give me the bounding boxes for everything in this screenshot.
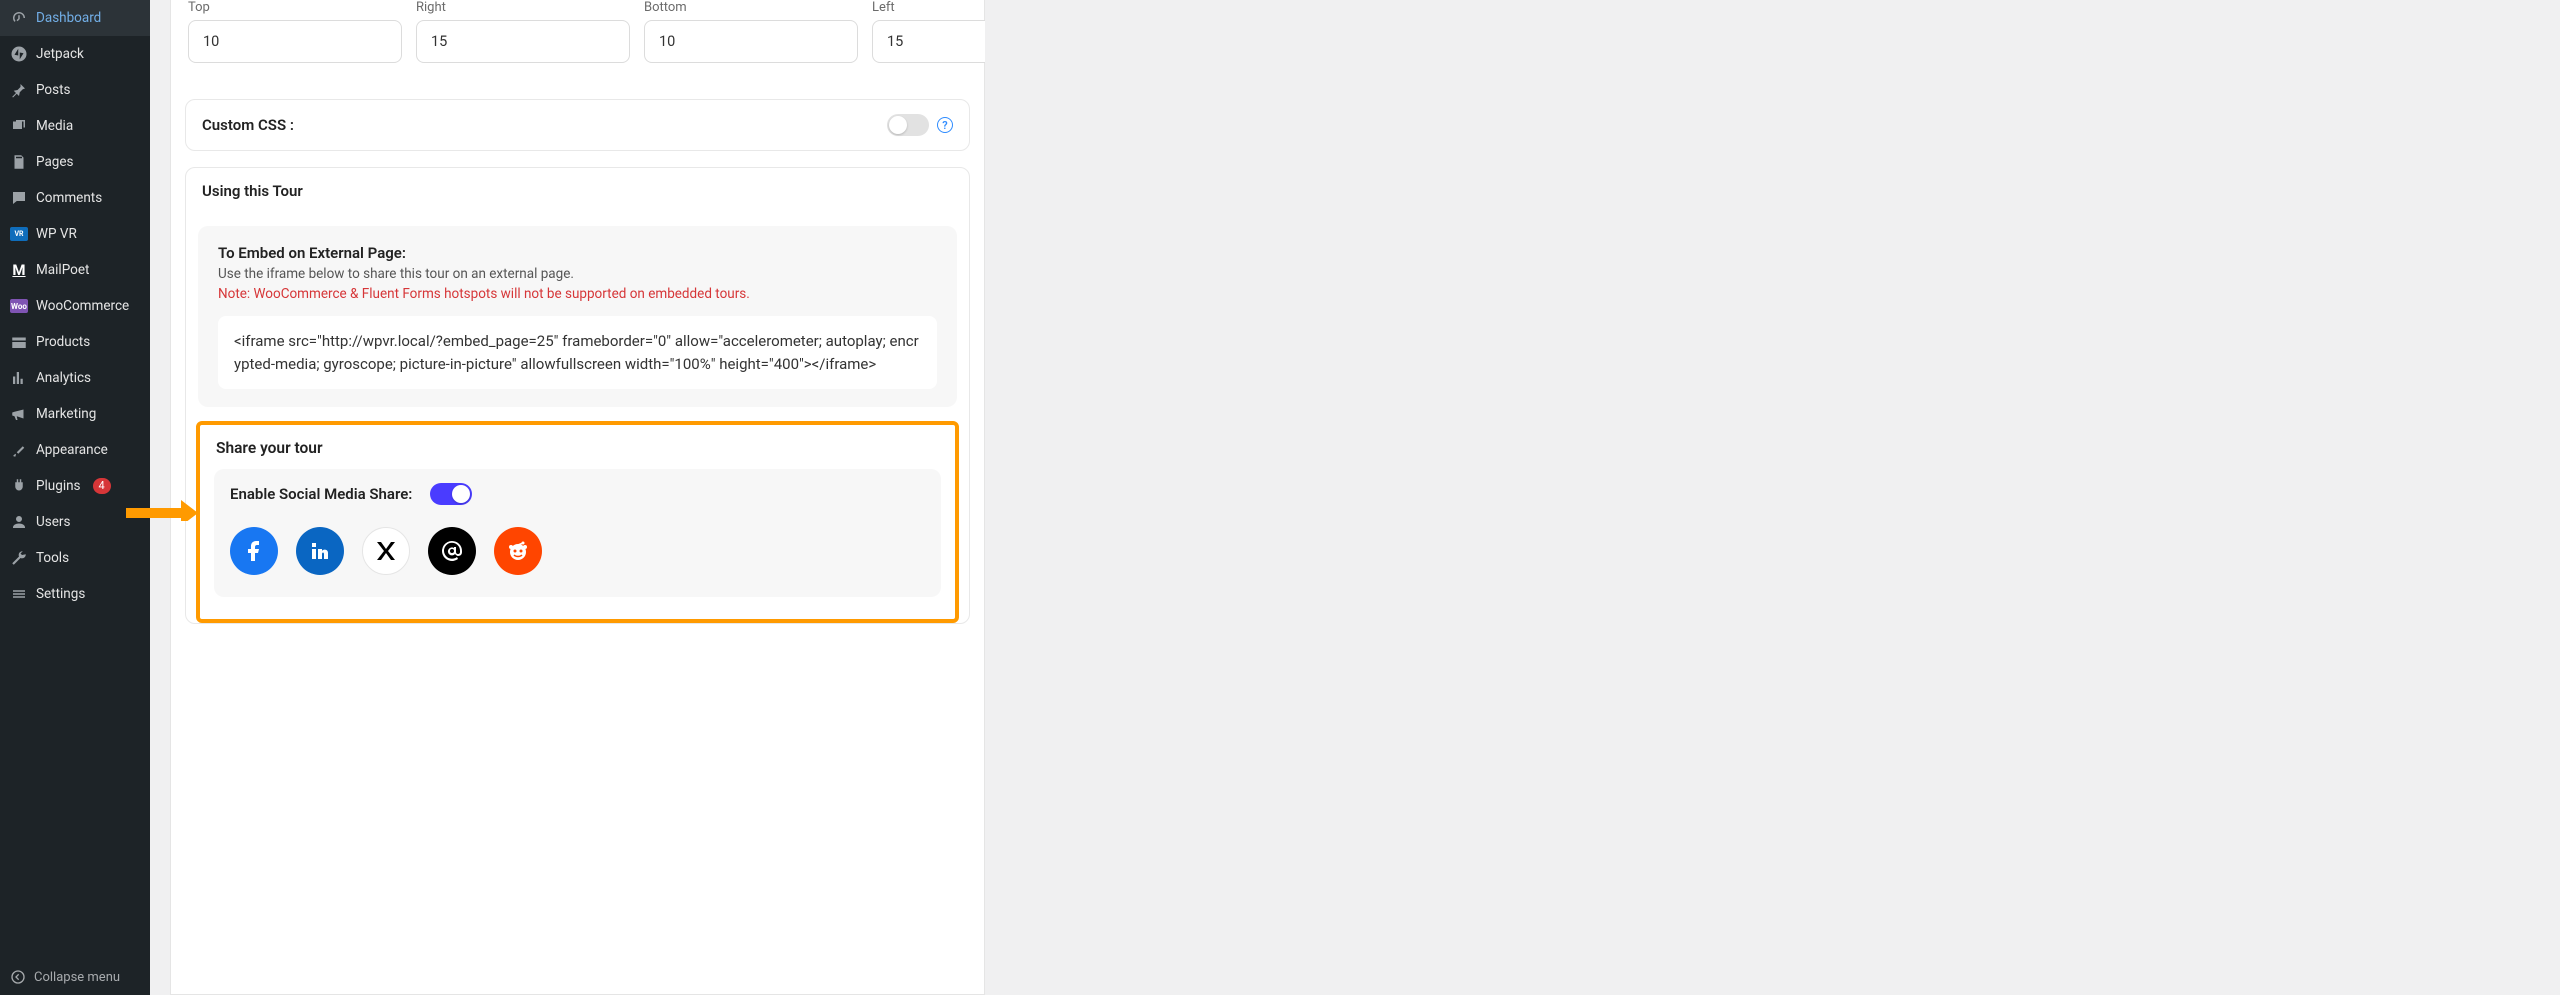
- sidebar-item-woocommerce[interactable]: Woo WooCommerce: [0, 288, 150, 324]
- gauge-icon: [10, 9, 28, 27]
- sidebar-item-label: Comments: [36, 190, 102, 206]
- wpvr-icon: VR: [10, 225, 28, 243]
- x-icon: [374, 539, 398, 563]
- jetpack-icon: [10, 45, 28, 63]
- sidebar-item-analytics[interactable]: Analytics: [0, 360, 150, 396]
- collapse-menu-button[interactable]: Collapse menu: [0, 959, 150, 995]
- reddit-icon: [506, 539, 530, 563]
- wrench-icon: [10, 549, 28, 567]
- linkedin-icon: [308, 539, 332, 563]
- padding-top-label: Top: [188, 0, 402, 15]
- sidebar-item-label: Products: [36, 334, 90, 350]
- sidebar-item-label: MailPoet: [36, 262, 89, 278]
- sidebar-item-settings[interactable]: Settings: [0, 576, 150, 612]
- sidebar-item-label: Dashboard: [36, 10, 101, 26]
- main-area: Top Right Bottom Left Custom CSS : ? Usi…: [150, 0, 2560, 995]
- comment-icon: [10, 189, 28, 207]
- sidebar-item-dashboard[interactable]: Dashboard: [0, 0, 150, 36]
- social-icons-row: [230, 527, 925, 575]
- callout-arrow-icon: [126, 495, 198, 525]
- sidebar-item-marketing[interactable]: Marketing: [0, 396, 150, 432]
- sidebar-item-appearance[interactable]: Appearance: [0, 432, 150, 468]
- products-icon: [10, 333, 28, 351]
- help-icon[interactable]: ?: [937, 117, 953, 133]
- padding-bottom-label: Bottom: [644, 0, 858, 15]
- facebook-icon: [242, 539, 266, 563]
- using-tour-card: Using this Tour To Embed on External Pag…: [185, 167, 970, 624]
- sidebar-item-media[interactable]: Media: [0, 108, 150, 144]
- collapse-label: Collapse menu: [34, 970, 120, 985]
- at-icon: [440, 539, 464, 563]
- padding-top-input[interactable]: [188, 20, 402, 63]
- padding-right-label: Right: [416, 0, 630, 15]
- enable-share-label: Enable Social Media Share:: [230, 485, 412, 503]
- padding-bottom-input[interactable]: [644, 20, 858, 63]
- media-icon: [10, 117, 28, 135]
- custom-css-toggle[interactable]: [887, 114, 929, 136]
- embed-desc: Use the iframe below to share this tour …: [218, 266, 937, 282]
- enable-share-toggle[interactable]: [430, 483, 472, 505]
- sidebar-item-label: Pages: [36, 154, 74, 170]
- share-panel: Enable Social Media Share:: [214, 469, 941, 597]
- sidebar-item-tools[interactable]: Tools: [0, 540, 150, 576]
- empty-area: [985, 0, 2560, 995]
- sidebar-item-label: Posts: [36, 82, 70, 98]
- megaphone-icon: [10, 405, 28, 423]
- sidebar-item-posts[interactable]: Posts: [0, 72, 150, 108]
- sidebar-item-label: Marketing: [36, 406, 96, 422]
- content-panel: Top Right Bottom Left Custom CSS : ? Usi…: [170, 0, 985, 995]
- embed-note: Note: WooCommerce & Fluent Forms hotspot…: [218, 286, 937, 302]
- sidebar-item-label: Plugins: [36, 478, 81, 494]
- mailpoet-icon: M: [10, 261, 28, 279]
- embed-title: To Embed on External Page:: [218, 244, 937, 262]
- analytics-icon: [10, 369, 28, 387]
- padding-row: Top Right Bottom Left: [171, 0, 984, 83]
- x-share-button[interactable]: [362, 527, 410, 575]
- share-title: Share your tour: [214, 439, 941, 469]
- plugin-icon: [10, 477, 28, 495]
- share-highlight: Share your tour Enable Social Media Shar…: [196, 421, 959, 623]
- iframe-code[interactable]: <iframe src="http://wpvr.local/?embed_pa…: [218, 316, 937, 389]
- sidebar-item-label: Media: [36, 118, 73, 134]
- sidebar-item-label: WooCommerce: [36, 298, 129, 314]
- sidebar-item-products[interactable]: Products: [0, 324, 150, 360]
- padding-right-input[interactable]: [416, 20, 630, 63]
- sidebar-item-jetpack[interactable]: Jetpack: [0, 36, 150, 72]
- embed-section: To Embed on External Page: Use the ifram…: [198, 226, 957, 407]
- sidebar-item-label: Tools: [36, 550, 69, 566]
- sidebar-item-wpvr[interactable]: VR WP VR: [0, 216, 150, 252]
- plugins-badge: 4: [93, 478, 111, 494]
- sidebar-item-label: Users: [36, 514, 70, 530]
- linkedin-share-button[interactable]: [296, 527, 344, 575]
- sidebar-item-label: WP VR: [36, 226, 77, 242]
- facebook-share-button[interactable]: [230, 527, 278, 575]
- email-share-button[interactable]: [428, 527, 476, 575]
- sidebar-item-label: Appearance: [36, 442, 108, 458]
- custom-css-card: Custom CSS : ?: [185, 99, 970, 151]
- settings-icon: [10, 585, 28, 603]
- sidebar-item-mailpoet[interactable]: M MailPoet: [0, 252, 150, 288]
- reddit-share-button[interactable]: [494, 527, 542, 575]
- sidebar-item-label: Jetpack: [36, 46, 84, 62]
- woo-icon: Woo: [10, 297, 28, 315]
- user-icon: [10, 513, 28, 531]
- using-tour-title: Using this Tour: [202, 182, 303, 200]
- sidebar-item-pages[interactable]: Pages: [0, 144, 150, 180]
- brush-icon: [10, 441, 28, 459]
- pin-icon: [10, 81, 28, 99]
- custom-css-label: Custom CSS :: [202, 116, 294, 134]
- sidebar-item-comments[interactable]: Comments: [0, 180, 150, 216]
- page-icon: [10, 153, 28, 171]
- sidebar-item-label: Settings: [36, 586, 85, 602]
- sidebar-item-label: Analytics: [36, 370, 91, 386]
